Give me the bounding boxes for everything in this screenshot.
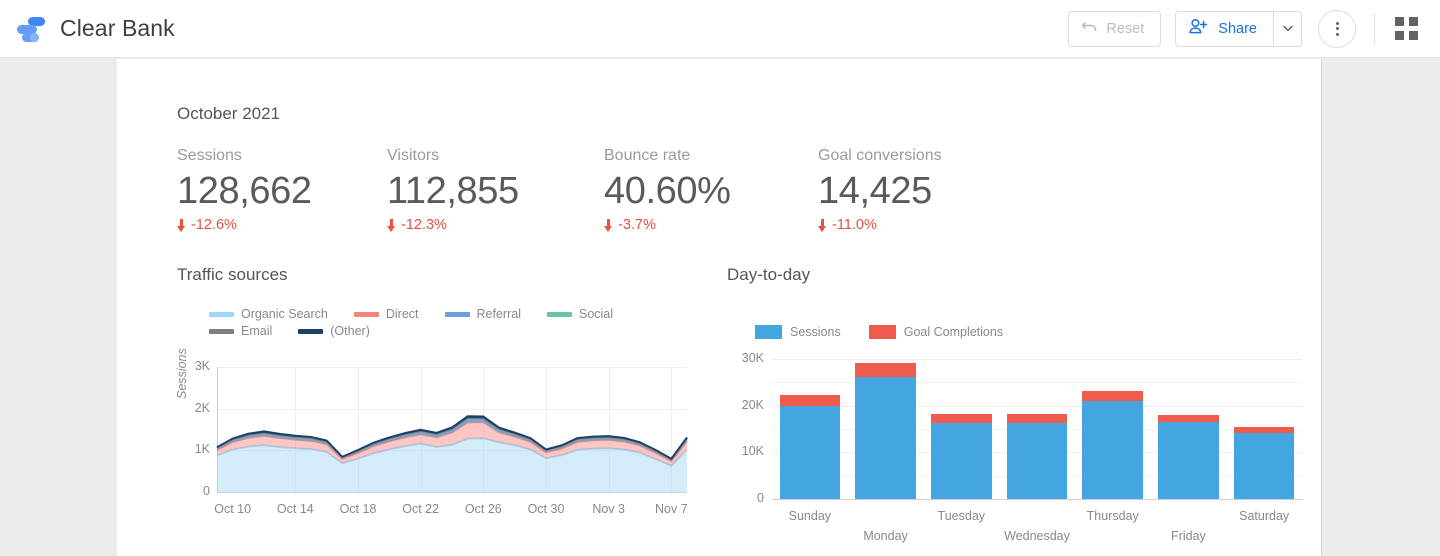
scorecard[interactable]: Goal conversions 14,425 -11.0% <box>818 147 942 233</box>
day-to-day-title: Day-to-day <box>727 265 811 284</box>
bar-segment-goal-completions <box>1158 414 1219 422</box>
x-axis-line <box>772 499 1302 500</box>
legend-swatch-icon <box>755 325 782 339</box>
bar-segment-goal-completions <box>931 414 992 423</box>
bar-segment-sessions <box>1006 423 1068 499</box>
share-button[interactable]: Share <box>1175 10 1273 47</box>
reset-label: Reset <box>1106 20 1145 37</box>
scorecard-value: 128,662 <box>177 170 312 212</box>
bar-column[interactable] <box>1082 359 1143 499</box>
x-axis-tick: Saturday <box>1239 509 1290 523</box>
bar-column[interactable] <box>855 359 916 499</box>
x-axis-tick: Sunday <box>788 509 832 523</box>
x-axis-tick: Oct 18 <box>339 502 377 516</box>
scorecard[interactable]: Visitors 112,855 -12.3% <box>387 147 519 233</box>
bar-segment-sessions <box>1158 421 1219 499</box>
bar-segment-goal-completions <box>855 363 916 377</box>
share-dropdown-button[interactable] <box>1273 10 1302 47</box>
arrow-down-icon <box>387 218 396 232</box>
header-divider <box>1374 12 1375 45</box>
scorecard-value: 40.60% <box>604 170 731 212</box>
bar-column[interactable] <box>1158 359 1219 499</box>
scorecard-delta-value: -3.7% <box>618 217 656 233</box>
x-axis-tick: Nov 7 <box>655 502 688 516</box>
bar-segment-goal-completions <box>1006 414 1068 424</box>
x-axis-tick: Oct 10 <box>214 502 252 516</box>
scorecard-delta: -3.7% <box>604 217 730 233</box>
y-axis-tick: 20K <box>741 397 764 412</box>
report-canvas: October 2021 Sessions 128,662 -12.6% Visito… <box>117 59 1322 556</box>
scorecard-delta: -12.6% <box>177 217 312 233</box>
header-actions: Reset Share <box>1068 9 1440 48</box>
more-options-button[interactable] <box>1318 9 1356 48</box>
person-add-icon <box>1189 18 1208 39</box>
x-axis-tick: Nov 3 <box>592 502 625 516</box>
undo-arrow-icon <box>1081 20 1098 38</box>
bar-segment-sessions <box>1082 401 1143 499</box>
x-axis-tick: Monday <box>863 529 908 543</box>
chevron-down-icon <box>1282 24 1293 34</box>
bar-chart-legend: Sessions Goal Completions <box>755 325 1031 339</box>
x-axis-tick: Friday <box>1171 529 1206 543</box>
more-vertical-icon <box>1335 21 1339 25</box>
page-title: Clear Bank <box>60 15 175 41</box>
data-studio-logo-icon <box>14 12 48 46</box>
scorecard-value: 112,855 <box>387 170 519 212</box>
legend-label: Sessions <box>790 325 841 339</box>
scorecard-delta-value: -12.3% <box>401 217 447 233</box>
scorecard-delta: -12.3% <box>387 217 519 233</box>
area-series-group <box>216 415 688 492</box>
x-axis-tick: Oct 22 <box>402 502 440 516</box>
scorecard-title: Sessions <box>177 147 242 164</box>
scorecard-title: Bounce rate <box>604 147 691 164</box>
x-axis-tick: Oct 30 <box>527 502 565 516</box>
bar-segment-sessions <box>779 405 841 499</box>
y-axis-tick: 30K <box>741 351 764 365</box>
month-label: October 2021 <box>177 104 281 123</box>
legend-item[interactable]: Sessions <box>755 325 841 339</box>
bar-column[interactable] <box>1006 359 1068 499</box>
app-header: Clear Bank Reset Share <box>0 0 1440 58</box>
traffic-sources-title: Traffic sources <box>177 265 288 284</box>
share-label: Share <box>1218 20 1257 37</box>
bar-column[interactable] <box>1233 359 1295 499</box>
legend-item[interactable]: Goal Completions <box>868 325 1004 339</box>
brand: Clear Bank <box>0 12 175 46</box>
bar-segment-goal-completions <box>1082 390 1143 401</box>
bar-column[interactable] <box>779 359 841 499</box>
scorecard-delta-value: -11.0% <box>832 217 877 233</box>
y-axis-tick: 0 <box>757 491 764 505</box>
scorecard[interactable]: Bounce rate 40.60% -3.7% <box>604 147 731 233</box>
legend-label: Goal Completions <box>903 325 1004 339</box>
bar-segment-sessions <box>855 376 916 499</box>
day-to-day-chart[interactable]: Sessions Goal Completions 0 10K 20K 30K Sunda… <box>727 307 1322 543</box>
bar-segment-sessions <box>931 422 992 499</box>
scorecard-delta-value: -12.6% <box>191 217 237 233</box>
traffic-sources-chart[interactable]: Organic Search Direct Referral Social Email(… <box>175 307 697 522</box>
scorecard-title: Visitors <box>387 147 440 164</box>
reset-button[interactable]: Reset <box>1068 10 1162 47</box>
bar-segment-sessions <box>1233 432 1295 499</box>
x-axis-tick: Thursday <box>1086 509 1139 523</box>
scorecard-title: Goal conversions <box>818 147 942 164</box>
x-axis-tick: Wednesday <box>1004 529 1070 543</box>
bar-segment-goal-completions <box>1233 426 1295 433</box>
legend-swatch-icon <box>868 325 896 339</box>
bar-segment-goal-completions <box>779 394 841 406</box>
apps-grid-icon[interactable] <box>1395 17 1418 40</box>
arrow-down-icon <box>818 218 827 232</box>
x-axis-tick: Tuesday <box>937 509 986 523</box>
x-axis-tick: Oct 14 <box>276 502 314 516</box>
bar-column[interactable] <box>931 359 992 499</box>
scorecard[interactable]: Sessions 128,662 -12.6% <box>177 147 312 233</box>
x-axis-tick: Oct 26 <box>464 502 502 516</box>
scorecard-value: 14,425 <box>818 170 932 212</box>
report-inner: October 2021 Sessions 128,662 -12.6% Visito… <box>175 59 1322 556</box>
share-button-group: Share <box>1175 10 1302 47</box>
y-axis-tick: 10K <box>741 444 764 459</box>
arrow-down-icon <box>604 218 613 232</box>
scorecard-delta: -11.0% <box>818 217 942 233</box>
arrow-down-icon <box>177 218 186 232</box>
